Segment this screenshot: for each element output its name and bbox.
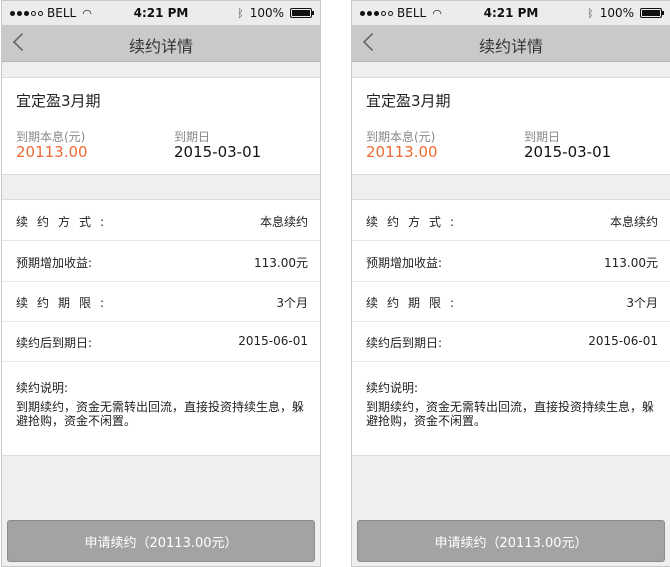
product-name: 宜定盈3月期	[366, 92, 451, 110]
due-date-value: 2015-03-01	[174, 143, 262, 161]
renewal-details: 续约方式: 本息续约 预期增加收益: 113.00元 续约期限: 3个月 续约后…	[352, 199, 670, 456]
product-card: 宜定盈3月期 到期本息(元) 到期日 20113.00 2015-03-01	[352, 77, 670, 175]
description-text: 到期续约，资金无需转出回流，直接投资持续生息，躲避抢购，资金不闲置。	[366, 400, 655, 428]
principal-value: 20113.00	[366, 143, 438, 161]
detail-row: 续约后到期日: 2015-06-01	[352, 321, 670, 362]
bluetooth-icon: ᛒ	[237, 6, 244, 20]
detail-row: 续约期限: 3个月	[2, 281, 320, 322]
battery-percent: 100%	[599, 6, 634, 20]
detail-value: 3个月	[276, 296, 308, 310]
bluetooth-icon: ᛒ	[587, 6, 594, 20]
detail-key: 续约期限:	[366, 296, 464, 310]
description-title: 续约说明:	[16, 381, 69, 395]
status-bar: BELL ◠ 4:21 PM ᛒ 100%	[2, 1, 320, 25]
status-bar: BELL ◠ 4:21 PM ᛒ 100%	[352, 1, 670, 25]
detail-key: 续约后到期日:	[366, 336, 443, 350]
description-title: 续约说明:	[366, 381, 419, 395]
description-text: 到期续约，资金无需转出回流，直接投资持续生息，躲避抢购，资金不闲置。	[16, 400, 305, 428]
detail-value: 3个月	[626, 296, 658, 310]
due-date-value: 2015-03-01	[524, 143, 612, 161]
detail-key: 续约后到期日:	[16, 336, 93, 350]
battery-percent: 100%	[249, 6, 284, 20]
detail-value: 113.00元	[254, 256, 308, 270]
apply-renewal-button[interactable]: 申请续约（20113.00元）	[357, 520, 665, 562]
phone-screen-right: BELL ◠ 4:21 PM ᛒ 100% 续约详情 宜定盈3月期 到期本息(元…	[351, 0, 670, 567]
detail-row: 续约方式: 本息续约	[2, 200, 320, 241]
renewal-details: 续约方式: 本息续约 预期增加收益: 113.00元 续约期限: 3个月 续约后…	[2, 199, 320, 456]
detail-row: 预期增加收益: 113.00元	[352, 241, 670, 282]
nav-bar: 续约详情	[352, 25, 670, 62]
product-card: 宜定盈3月期 到期本息(元) 到期日 20113.00 2015-03-01	[2, 77, 320, 175]
detail-key: 续约期限:	[16, 296, 114, 310]
detail-row: 续约方式: 本息续约	[352, 200, 670, 241]
detail-key: 续约方式:	[16, 215, 114, 229]
detail-value: 113.00元	[604, 256, 658, 270]
detail-key: 续约方式:	[366, 215, 464, 229]
detail-row: 预期增加收益: 113.00元	[2, 241, 320, 282]
detail-row: 续约期限: 3个月	[352, 281, 670, 322]
apply-renewal-button[interactable]: 申请续约（20113.00元）	[7, 520, 315, 562]
status-right: ᛒ 100%	[587, 6, 664, 20]
detail-value: 2015-06-01	[588, 334, 658, 348]
detail-row: 续约后到期日: 2015-06-01	[2, 321, 320, 362]
status-right: ᛒ 100%	[237, 6, 314, 20]
detail-key: 预期增加收益:	[16, 256, 93, 270]
battery-icon	[640, 8, 664, 18]
nav-bar: 续约详情	[2, 25, 320, 62]
page-title: 续约详情	[478, 37, 543, 56]
detail-key: 预期增加收益:	[366, 256, 443, 270]
product-name: 宜定盈3月期	[16, 92, 101, 110]
detail-value: 本息续约	[259, 215, 308, 229]
detail-value: 本息续约	[609, 215, 658, 229]
page-title: 续约详情	[128, 37, 193, 56]
battery-icon	[290, 8, 314, 18]
principal-value: 20113.00	[16, 143, 88, 161]
detail-value: 2015-06-01	[238, 334, 308, 348]
phone-screen-left: BELL ◠ 4:21 PM ᛒ 100% 续约详情 宜定盈3月期 到期本息(元…	[1, 0, 321, 567]
